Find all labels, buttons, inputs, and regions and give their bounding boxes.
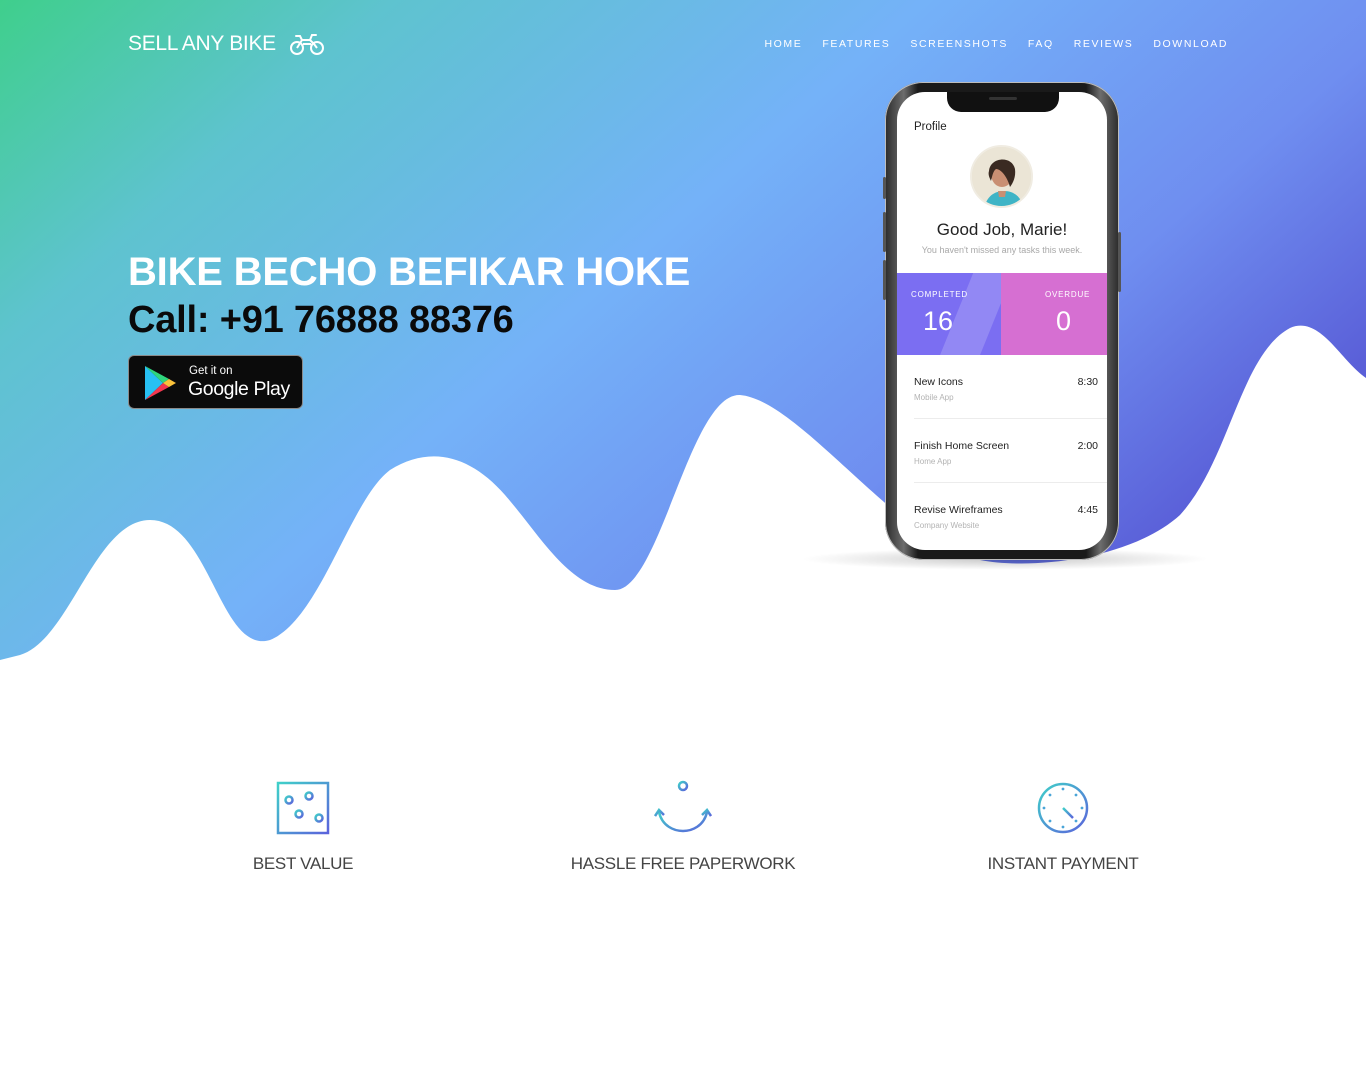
features-section: BEST VALUE HASSLE FREE PAPERWORK INSTANT…	[0, 780, 1366, 920]
nav-faq[interactable]: FAQ	[1028, 38, 1054, 50]
brand-name: SELL ANY BIKE	[128, 32, 276, 55]
feature-best-value: BEST VALUE	[153, 780, 453, 874]
stat-completed: COMPLETED 16	[897, 273, 1001, 355]
task-item[interactable]: New Icons Mobile App 8:30	[897, 355, 1107, 419]
task-time: 4:45	[1077, 504, 1098, 516]
feature-label: BEST VALUE	[252, 854, 354, 873]
nav-features[interactable]: FEATURES	[822, 38, 890, 50]
task-item[interactable]: Finish Home Screen Home App 2:00	[897, 419, 1107, 483]
google-play-icon	[145, 366, 176, 400]
nav-screenshots[interactable]: SCREENSHOTS	[910, 38, 1008, 50]
phone-button	[883, 260, 886, 300]
screen-greeting: Good Job, Marie!	[936, 220, 1068, 239]
stat-completed-label: COMPLETED	[911, 290, 968, 299]
avatar	[970, 145, 1033, 208]
play-badge-store-name: Google Play	[188, 378, 290, 400]
google-play-button[interactable]: Get it on Google Play	[128, 355, 303, 409]
stat-overdue: OVERDUE 0	[1001, 273, 1107, 355]
nav-reviews[interactable]: REVIEWS	[1074, 38, 1134, 50]
stat-completed-value: 16	[923, 306, 954, 336]
stat-overdue-value: 0	[1056, 306, 1072, 336]
task-time: 2:00	[1077, 440, 1098, 452]
sliders-icon	[276, 781, 330, 835]
task-title: Revise Wireframes	[914, 504, 1003, 516]
phone-button	[1118, 232, 1121, 292]
phone-button	[883, 177, 886, 199]
task-subtitle: Mobile App	[914, 393, 954, 402]
task-title: Finish Home Screen	[914, 440, 1010, 452]
nav-download[interactable]: DOWNLOAD	[1153, 38, 1228, 50]
feature-instant-payment: INSTANT PAYMENT	[913, 780, 1213, 874]
screen-title: Profile	[914, 121, 947, 133]
stats-panel: COMPLETED 16 OVERDUE 0	[897, 273, 1107, 355]
hero-headline: BIKE BECHO BEFIKAR HOKE	[128, 250, 691, 294]
clock-icon	[1037, 782, 1089, 834]
main-nav: HOME FEATURES SCREENSHOTS FAQ REVIEWS DO…	[764, 38, 1228, 50]
task-subtitle: Company Website	[914, 521, 980, 530]
phone-screen: Profile Good Job, Marie! You haven't mis…	[897, 92, 1107, 550]
feature-label: INSTANT PAYMENT	[987, 854, 1139, 873]
avatar-image	[972, 147, 1031, 206]
phone-mockup: Profile Good Job, Marie! You haven't mis…	[883, 82, 1121, 560]
stat-overdue-label: OVERDUE	[1045, 290, 1091, 299]
hero-phone-number: Call: +91 76888 88376	[128, 299, 514, 341]
task-title: New Icons	[914, 376, 964, 388]
phone-button	[883, 212, 886, 252]
task-time: 8:30	[1077, 376, 1098, 388]
task-subtitle: Home App	[914, 457, 952, 466]
anchor-icon	[654, 780, 712, 833]
motorcycle-icon	[289, 34, 324, 55]
play-badge-small-text: Get it on	[189, 365, 233, 377]
nav-home[interactable]: HOME	[764, 38, 802, 50]
feature-hassle-free-paperwork: HASSLE FREE PAPERWORK	[533, 780, 833, 874]
brand-logo[interactable]: SELL ANY BIKE	[128, 31, 324, 57]
phone-notch	[947, 92, 1059, 112]
screen-subtitle: You haven't missed any tasks this week.	[921, 245, 1083, 255]
feature-label: HASSLE FREE PAPERWORK	[570, 854, 796, 873]
task-item[interactable]: Revise Wireframes Company Website 4:45	[897, 483, 1107, 547]
